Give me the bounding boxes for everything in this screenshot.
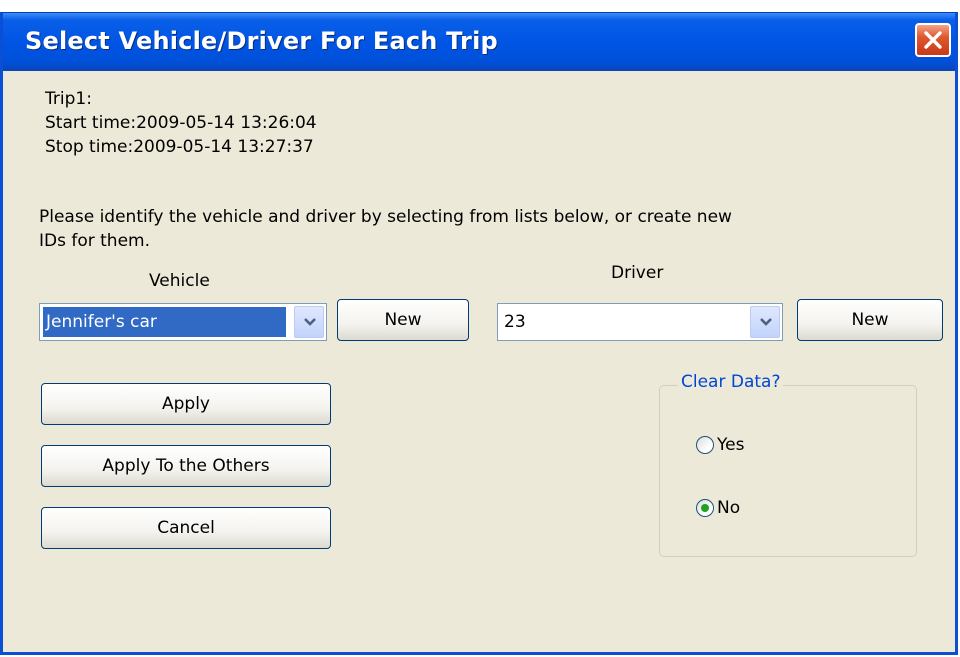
apply-button[interactable]: Apply [41, 383, 331, 425]
vehicle-select-value: Jennifer's car [43, 307, 286, 337]
driver-select[interactable]: 23 [497, 303, 783, 341]
vehicle-label: Vehicle [149, 271, 210, 291]
close-icon [924, 31, 942, 49]
driver-dropdown-button[interactable] [750, 306, 780, 338]
clear-data-yes-label: Yes [717, 435, 745, 455]
vehicle-select[interactable]: Jennifer's car [39, 303, 327, 341]
radio-unchecked-icon [696, 436, 714, 454]
driver-select-value: 23 [504, 312, 526, 332]
chevron-down-icon [304, 318, 316, 326]
new-driver-button[interactable]: New [797, 299, 943, 341]
clear-data-yes-radio[interactable]: Yes [696, 435, 744, 455]
close-button[interactable] [915, 23, 951, 57]
chevron-down-icon [760, 318, 772, 326]
radio-checked-icon [696, 499, 714, 517]
driver-label: Driver [611, 263, 664, 283]
instruction-text: Please identify the vehicle and driver b… [39, 207, 732, 251]
trip-start-time: Start time:2009-05-14 13:26:04 [45, 113, 317, 133]
vehicle-dropdown-button[interactable] [294, 306, 324, 338]
clear-data-group: Clear Data? Yes No [659, 372, 917, 557]
apply-to-others-button[interactable]: Apply To the Others [41, 445, 331, 487]
trip-info: Trip1: Start time:2009-05-14 13:26:04 St… [45, 87, 317, 159]
cancel-button[interactable]: Cancel [41, 507, 331, 549]
dialog-title: Select Vehicle/Driver For Each Trip [25, 27, 498, 55]
clear-data-legend: Clear Data? [678, 372, 784, 392]
title-bar[interactable]: Select Vehicle/Driver For Each Trip [3, 13, 955, 71]
clear-data-no-label: No [717, 498, 741, 518]
trip-stop-time: Stop time:2009-05-14 13:27:37 [45, 137, 314, 157]
new-vehicle-button[interactable]: New [337, 299, 469, 341]
trip-name: Trip1: [45, 89, 92, 109]
clear-data-no-radio[interactable]: No [696, 498, 740, 518]
dialog-window: Select Vehicle/Driver For Each Trip Trip… [0, 12, 958, 655]
